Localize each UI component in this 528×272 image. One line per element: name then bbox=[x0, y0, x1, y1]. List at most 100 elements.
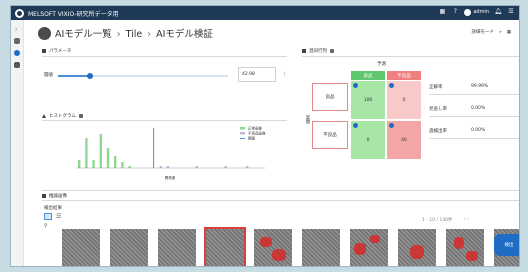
histogram-bar bbox=[99, 134, 102, 168]
results-subtitle: 検出結果 bbox=[44, 206, 62, 211]
metric-overdetect-value: 0.00% bbox=[471, 128, 486, 133]
app-title: MELSOFT VIXIO-研究所データ用 bbox=[28, 10, 119, 18]
metric-overdetect-label: 過検出率 bbox=[429, 129, 447, 134]
histogram-bar bbox=[246, 166, 249, 168]
more-options-icon[interactable]: ⋮ bbox=[282, 72, 287, 77]
legend-threshold-label: 閾値 bbox=[248, 136, 255, 141]
app-logo-icon bbox=[15, 8, 24, 18]
header-actions: 詳細モード » ▦ bbox=[471, 29, 511, 36]
histogram-bar bbox=[128, 166, 131, 168]
metric-accuracy-value: 99.99% bbox=[471, 84, 489, 89]
detect-button-label: 検出 bbox=[504, 243, 514, 248]
parameter-header: パラメータ bbox=[42, 48, 282, 54]
defect-region bbox=[466, 251, 478, 261]
results-section-title: 推論画像 bbox=[49, 194, 67, 199]
histogram-bar bbox=[166, 166, 170, 168]
user-menu[interactable]: admin bbox=[464, 8, 489, 16]
cm-col-header-good: 良品 bbox=[351, 71, 385, 80]
pagination-controls[interactable]: ‹ › bbox=[464, 217, 469, 222]
result-thumbnail[interactable] bbox=[204, 227, 246, 266]
defect-region bbox=[454, 237, 464, 249]
chevron-right-icon[interactable]: » bbox=[499, 30, 502, 35]
breadcrumb-separator: › bbox=[147, 29, 152, 40]
left-nav: › bbox=[11, 20, 24, 266]
cell-badge-icon bbox=[353, 83, 358, 88]
pagination-info: 1 - 10 / 140件 bbox=[422, 218, 453, 223]
result-thumbnail[interactable] bbox=[350, 229, 388, 266]
cm-cell-tn[interactable]: 40 bbox=[387, 121, 421, 159]
parameter-title: パラメータ bbox=[49, 49, 72, 54]
bell-icon[interactable]: 🔔︎ bbox=[494, 8, 502, 16]
breadcrumb-item-models[interactable]: AIモデル一覧 bbox=[55, 29, 112, 40]
user-name: admin bbox=[473, 9, 489, 15]
cm-cell-fn[interactable]: 0 bbox=[351, 121, 385, 159]
histogram-chart: 正常画像 不良品画像 閾値 異常度 bbox=[76, 126, 266, 180]
threshold-slider-fill bbox=[58, 75, 90, 77]
histogram-bar bbox=[121, 162, 124, 168]
histogram-bar bbox=[224, 166, 227, 168]
titlebar-actions: ▦ ? admin 🔔︎ ☰ bbox=[438, 8, 515, 16]
divider bbox=[42, 56, 287, 57]
breadcrumb-item-tile[interactable]: Tile bbox=[126, 29, 143, 40]
app-window: MELSOFT VIXIO-研究所データ用 ▦ ? admin 🔔︎ ☰ › A… bbox=[10, 5, 520, 267]
result-thumbnail[interactable] bbox=[446, 229, 484, 266]
cm-cell-fp[interactable]: 0 bbox=[387, 81, 421, 119]
result-thumbnail[interactable] bbox=[398, 229, 436, 266]
nav-item-model[interactable] bbox=[14, 50, 20, 56]
result-thumbnail[interactable] bbox=[62, 229, 100, 266]
parameter-panel: パラメータ bbox=[42, 48, 282, 54]
legend-swatch-defect bbox=[240, 132, 245, 135]
title-bar: MELSOFT VIXIO-研究所データ用 ▦ ? admin 🔔︎ ☰ bbox=[11, 6, 519, 20]
divider bbox=[42, 120, 287, 121]
parameter-icon bbox=[42, 49, 46, 53]
defect-region bbox=[260, 237, 272, 247]
histogram-bar bbox=[159, 166, 162, 168]
image-icon bbox=[42, 194, 46, 198]
grid-view-toggle[interactable] bbox=[44, 213, 52, 220]
legend-normal-label: 正常画像 bbox=[248, 126, 262, 131]
page-header: AIモデル一覧 › Tile › AIモデル検証 詳細モード » ▦ bbox=[24, 20, 519, 46]
histogram-bar bbox=[78, 160, 81, 168]
threshold-slider-handle[interactable] bbox=[87, 73, 93, 79]
grid-icon[interactable]: ▦ bbox=[438, 8, 446, 16]
info-icon[interactable] bbox=[78, 114, 83, 118]
result-thumbnail[interactable] bbox=[158, 229, 196, 266]
cell-badge-icon bbox=[389, 83, 394, 88]
predicted-axis-label: 予測 bbox=[377, 62, 386, 67]
cm-col-header-defect: 不良品 bbox=[387, 71, 421, 80]
cm-cell-tp[interactable]: 100 bbox=[351, 81, 385, 119]
metric-miss-label: 見逃し率 bbox=[429, 107, 447, 112]
cell-badge-icon bbox=[389, 123, 394, 128]
histogram-bar bbox=[195, 166, 198, 168]
result-thumbnail[interactable] bbox=[254, 229, 292, 266]
threshold-value: 42.98 bbox=[242, 72, 255, 77]
nav-item-home[interactable] bbox=[14, 38, 20, 44]
filter-icon[interactable]: ⚲ bbox=[44, 224, 48, 229]
grid-view-icon[interactable]: ▦ bbox=[507, 30, 511, 35]
actual-axis-label: 実際 bbox=[305, 115, 310, 124]
help-icon[interactable]: ? bbox=[451, 8, 459, 16]
defect-region bbox=[354, 243, 366, 255]
divider bbox=[42, 190, 519, 191]
nav-item-data[interactable] bbox=[14, 62, 20, 68]
chevron-right-icon[interactable]: › bbox=[15, 26, 17, 33]
metric-accuracy-label: 正解率 bbox=[429, 85, 443, 90]
threshold-input[interactable]: 42.98 bbox=[238, 67, 276, 82]
legend-defect-label: 不良品画像 bbox=[248, 131, 266, 136]
main-content: AIモデル一覧 › Tile › AIモデル検証 詳細モード » ▦ パラメータ 閾値 … bbox=[24, 20, 519, 266]
avatar bbox=[464, 8, 472, 16]
cm-row-header-good: 良品 bbox=[312, 83, 348, 111]
detect-button[interactable]: 検出 bbox=[494, 234, 519, 256]
result-thumbnail[interactable] bbox=[110, 229, 148, 266]
result-thumbnail[interactable] bbox=[302, 229, 340, 266]
detail-mode-button[interactable]: 詳細モード bbox=[471, 29, 494, 35]
histogram-bars bbox=[78, 128, 249, 168]
info-icon[interactable] bbox=[330, 49, 334, 53]
divider bbox=[42, 200, 519, 201]
divider bbox=[429, 116, 519, 117]
list-view-icon[interactable]: ☰ bbox=[56, 214, 61, 220]
metric-miss-value: 0.00% bbox=[471, 106, 486, 111]
divider bbox=[429, 138, 519, 139]
menu-icon[interactable]: ☰ bbox=[507, 8, 515, 16]
matrix-icon bbox=[302, 49, 306, 53]
